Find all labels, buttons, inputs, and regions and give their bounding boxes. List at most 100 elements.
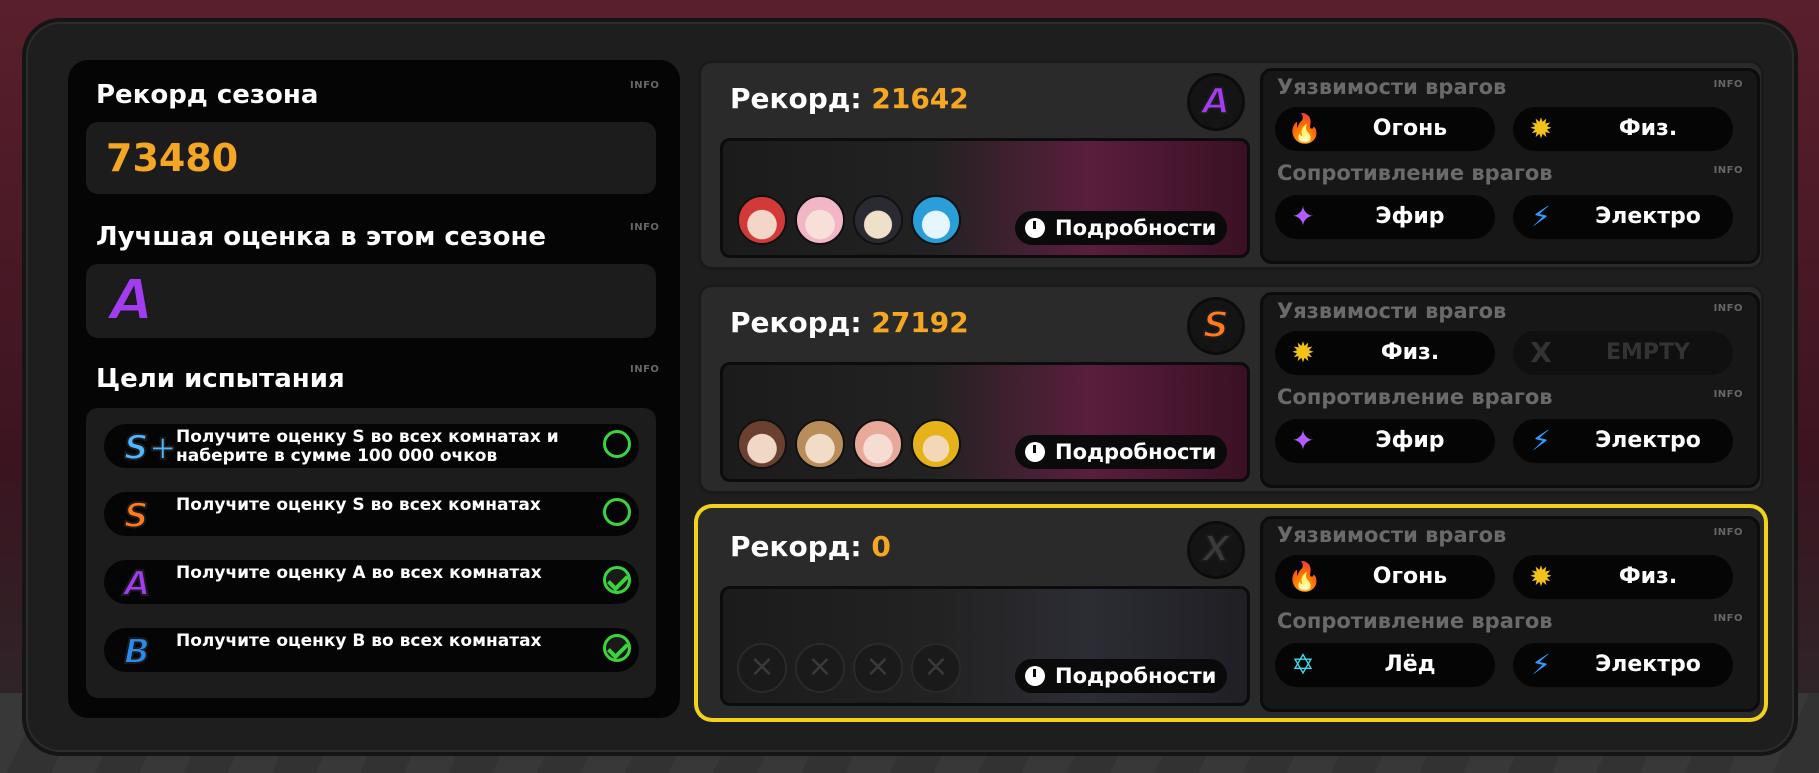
element-label: Огонь — [1372, 116, 1448, 141]
grade-b-icon: B — [123, 631, 151, 673]
fire-icon: 🔥 — [1287, 560, 1322, 593]
room-grade-badge: A — [1190, 76, 1242, 128]
room-card-2[interactable]: Рекорд: 27192 S Подробности Уязвимости в… — [698, 284, 1764, 494]
details-button[interactable]: Подробности — [1015, 435, 1227, 469]
season-record-title: Рекорд сезона — [96, 80, 319, 110]
element-chip: ⚡ Электро — [1513, 419, 1733, 463]
grade-a-icon: A — [123, 563, 151, 605]
info-button[interactable]: INFO — [1714, 79, 1743, 90]
clock-icon — [1025, 218, 1045, 238]
element-label: Эфир — [1375, 428, 1445, 453]
ether-icon: ✦ — [1291, 424, 1315, 457]
checkmark-icon — [603, 634, 631, 662]
goals-box: S+ Получите оценку S во всех комнатах и … — [86, 408, 656, 698]
goal-text: Получите оценку A во всех комнатах — [176, 563, 542, 583]
goal-text: Получите оценку S во всех комнатах — [176, 495, 541, 515]
grade-a-icon: A — [109, 267, 154, 334]
info-button[interactable]: INFO — [1714, 165, 1743, 176]
grade-s-plus-icon: S+ — [123, 427, 178, 469]
record-value: 21642 — [871, 82, 969, 115]
agent-avatar — [911, 195, 961, 245]
info-button[interactable]: INFO — [630, 222, 659, 233]
details-label: Подробности — [1055, 664, 1217, 688]
team-lineup: × × × × Подробности — [720, 586, 1250, 706]
element-chip: ⚡ Электро — [1513, 643, 1733, 687]
agent-avatar — [795, 195, 845, 245]
empty-slot-icon: × — [911, 643, 961, 693]
check-circle-icon — [603, 498, 631, 526]
grade-s-icon: S — [123, 495, 149, 537]
info-button[interactable]: INFO — [1714, 527, 1743, 538]
goals-title: Цели испытания — [96, 364, 345, 394]
element-label: Электро — [1595, 428, 1701, 453]
element-label: Физ. — [1618, 564, 1678, 589]
grade-s-icon: S — [1202, 304, 1230, 347]
grade-x-icon: X — [1201, 528, 1231, 571]
element-chip: ✹ Физ. — [1513, 555, 1733, 599]
enemy-attributes: Уязвимости врагов INFO ✹ Физ. X EMPTY Со… — [1260, 292, 1760, 488]
info-button[interactable]: INFO — [630, 364, 659, 375]
team-lineup: Подробности — [720, 138, 1250, 258]
element-chip: ✡ Лёд — [1275, 643, 1495, 687]
element-chip: 🔥 Огонь — [1275, 107, 1495, 151]
room-grade-badge: X — [1190, 524, 1242, 576]
info-button[interactable]: INFO — [1714, 303, 1743, 314]
goal-text: Получите оценку B во всех комнатах — [176, 631, 542, 651]
record-label: Рекорд: — [730, 82, 862, 115]
clock-icon — [1025, 442, 1045, 462]
room-grade-badge: S — [1190, 300, 1242, 352]
weakness-title: Уязвимости врагов — [1277, 75, 1507, 99]
element-chip: ✹ Физ. — [1275, 331, 1495, 375]
enemy-attributes: Уязвимости врагов INFO 🔥 Огонь ✹ Физ. Со… — [1260, 68, 1760, 264]
details-label: Подробности — [1055, 440, 1217, 464]
element-chip: ⚡ Электро — [1513, 195, 1733, 239]
details-button[interactable]: Подробности — [1015, 211, 1227, 245]
element-label: EMPTY — [1606, 340, 1690, 365]
info-button[interactable]: INFO — [630, 80, 659, 91]
element-label: Электро — [1595, 652, 1701, 677]
electric-icon: ⚡ — [1531, 200, 1551, 233]
element-label: Лёд — [1384, 652, 1436, 677]
element-label: Физ. — [1380, 340, 1440, 365]
weakness-title: Уязвимости врагов — [1277, 523, 1507, 547]
weakness-title: Уязвимости врагов — [1277, 299, 1507, 323]
info-button[interactable]: INFO — [1714, 389, 1743, 400]
room-card-3[interactable]: Рекорд: 0 X × × × × Подробности Уязвимос… — [698, 508, 1764, 718]
team-lineup: Подробности — [720, 362, 1250, 482]
empty-icon: X — [1530, 336, 1552, 369]
physical-icon: ✹ — [1529, 560, 1553, 593]
season-record-value: 73480 — [106, 136, 239, 180]
room-record: Рекорд: 21642 — [730, 82, 969, 115]
agent-avatar — [737, 195, 787, 245]
element-label: Электро — [1595, 204, 1701, 229]
agent-avatar — [853, 195, 903, 245]
electric-icon: ⚡ — [1531, 648, 1551, 681]
room-record: Рекорд: 0 — [730, 530, 891, 563]
physical-icon: ✹ — [1291, 336, 1315, 369]
details-label: Подробности — [1055, 216, 1217, 240]
agent-avatar — [795, 419, 845, 469]
element-label: Огонь — [1372, 564, 1448, 589]
enemy-attributes: Уязвимости врагов INFO 🔥 Огонь ✹ Физ. Со… — [1260, 516, 1760, 712]
info-button[interactable]: INFO — [1714, 613, 1743, 624]
clock-icon — [1025, 666, 1045, 686]
agent-avatar — [911, 419, 961, 469]
goal-text: Получите оценку S во всех комнатах и наб… — [176, 427, 559, 466]
empty-slot-icon: × — [853, 643, 903, 693]
details-button[interactable]: Подробности — [1015, 659, 1227, 693]
resistance-title: Сопротивление врагов — [1277, 161, 1553, 185]
goal-item: S+ Получите оценку S во всех комнатах и … — [104, 424, 639, 469]
fire-icon: 🔥 — [1287, 112, 1322, 145]
element-chip: ✦ Эфир — [1275, 195, 1495, 239]
agent-avatar — [737, 419, 787, 469]
room-card-1[interactable]: Рекорд: 21642 A Подробности Уязвимости в… — [698, 60, 1764, 270]
element-chip: ✦ Эфир — [1275, 419, 1495, 463]
season-panel: Рекорд сезона INFO 73480 Лучшая оценка в… — [68, 60, 680, 718]
ice-icon: ✡ — [1291, 648, 1315, 681]
goal-item: A Получите оценку A во всех комнатах — [104, 560, 639, 605]
physical-icon: ✹ — [1529, 112, 1553, 145]
check-circle-icon — [603, 430, 631, 458]
ether-icon: ✦ — [1291, 200, 1315, 233]
empty-slot-icon: × — [795, 643, 845, 693]
grade-a-icon: A — [1201, 80, 1231, 123]
